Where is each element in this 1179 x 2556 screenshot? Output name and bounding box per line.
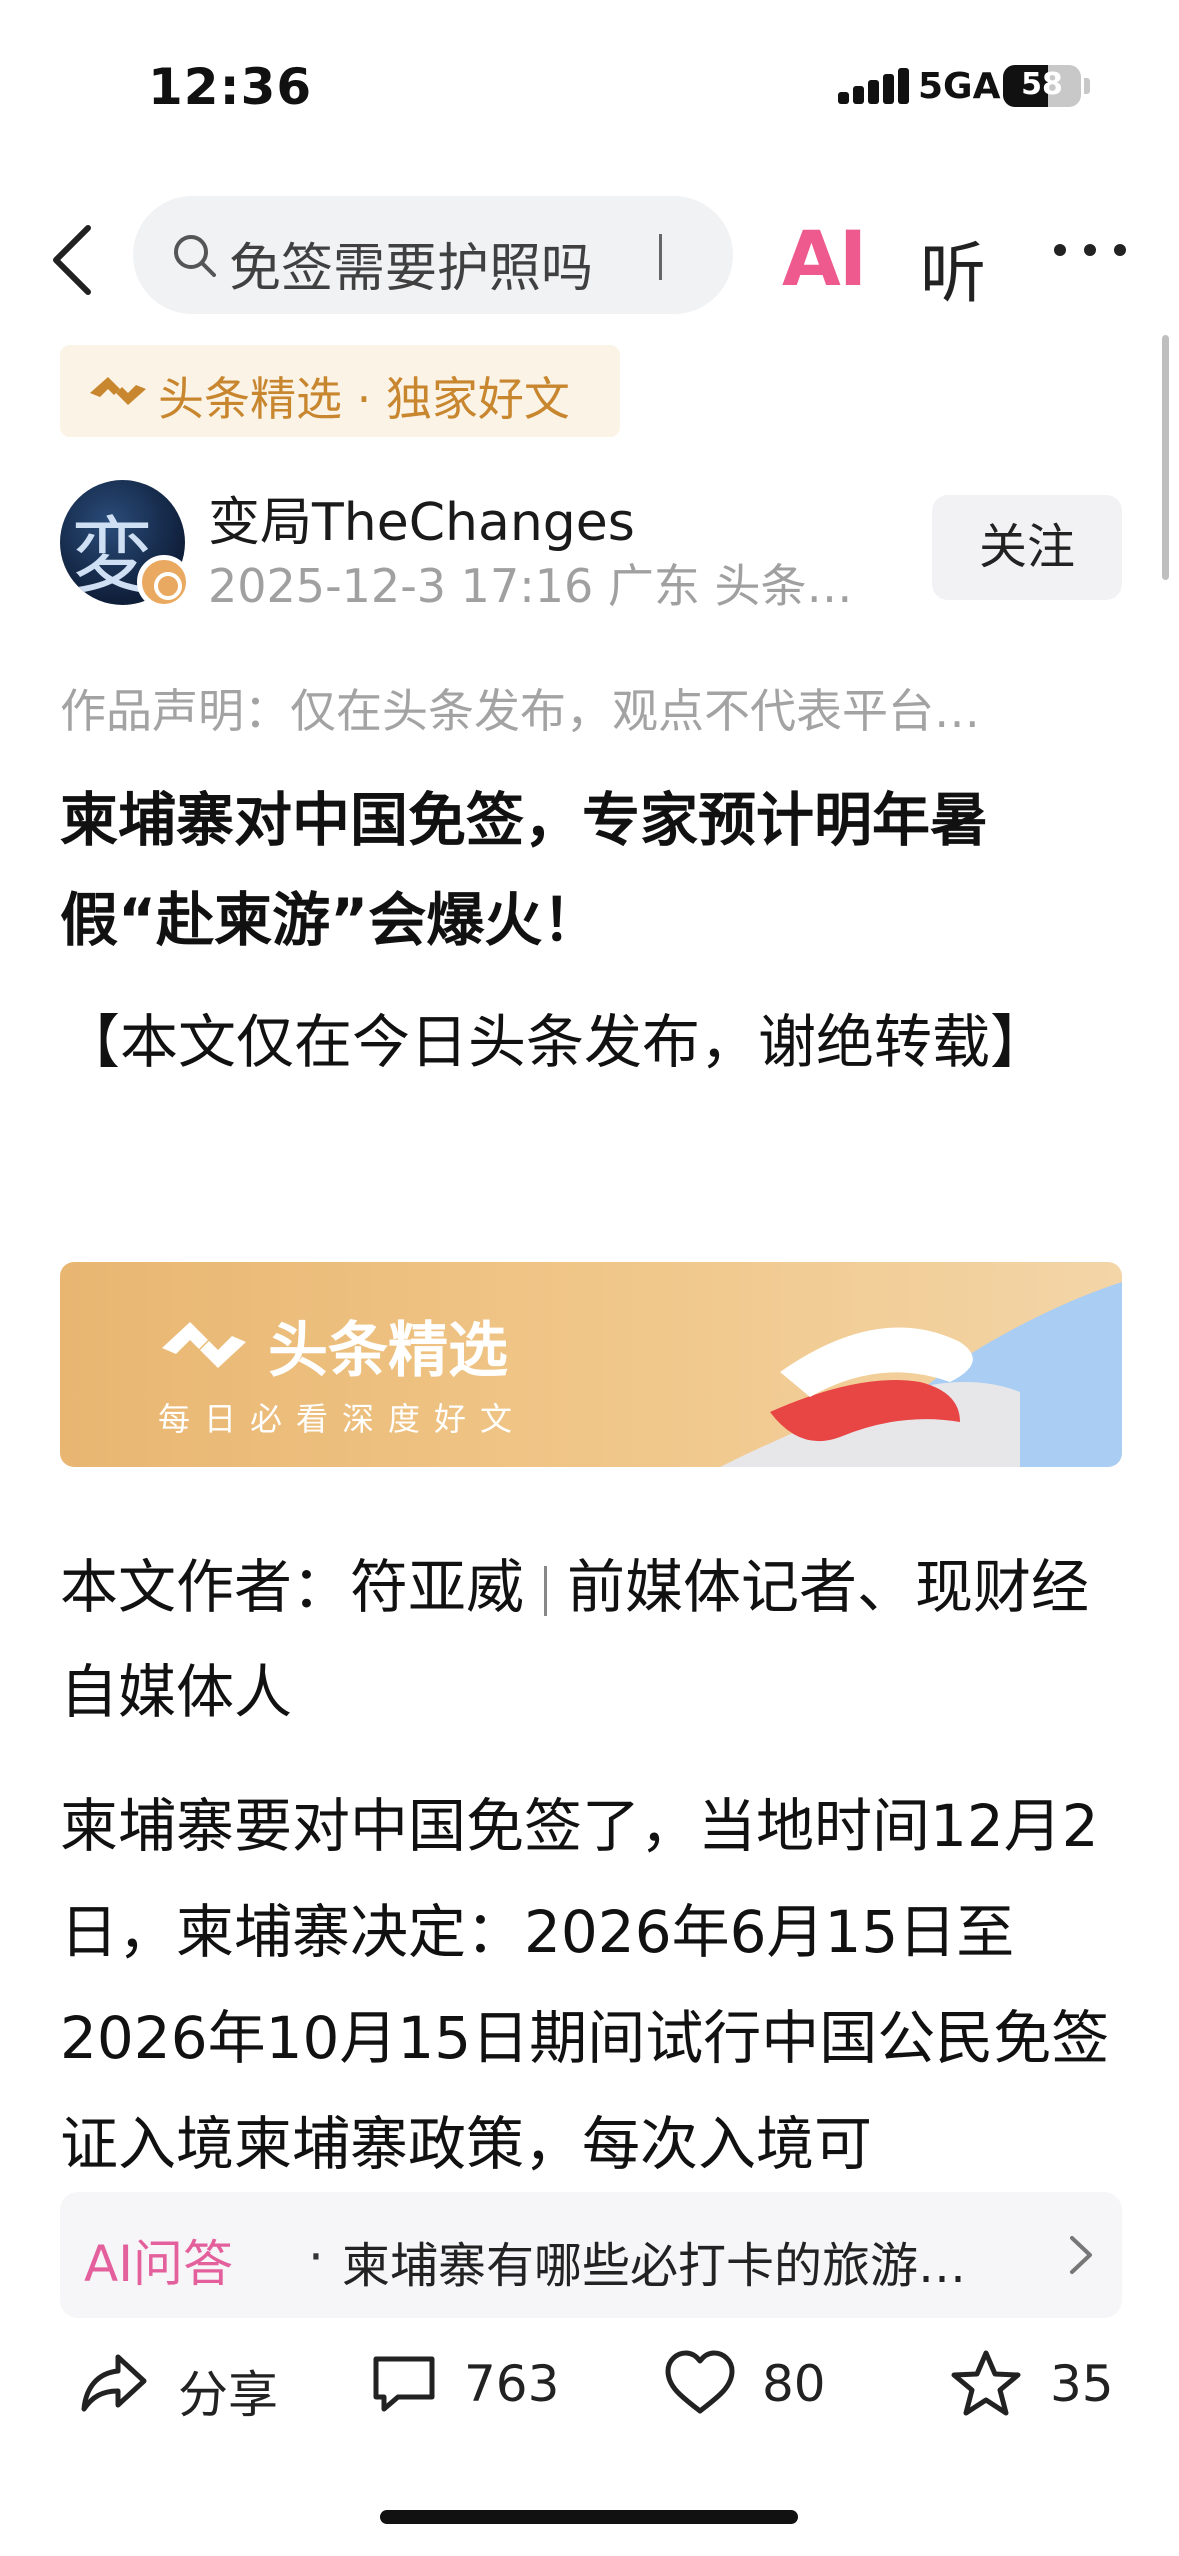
share-button[interactable]: 分享: [78, 2347, 298, 2427]
chevron-right-icon: [1070, 2236, 1092, 2274]
featured-badge[interactable]: 头条精选 · 独家好文: [60, 345, 620, 437]
ai-qa-dot: ·: [308, 2228, 324, 2286]
back-button[interactable]: [44, 220, 104, 300]
star-icon: [951, 2350, 1021, 2416]
article-title: 柬埔寨对中国免签，专家预计明年暑假“赴柬游”会爆火！: [60, 786, 989, 954]
like-button[interactable]: 80: [662, 2347, 862, 2427]
article-author-line: 本文作者：符亚威 前媒体记者、现财经自媒体人: [60, 1535, 1140, 1745]
banner-title: 头条精选: [268, 1316, 508, 1386]
banner-subtitle: 每日必看深度好文: [158, 1400, 527, 1438]
more-dot-icon: [1114, 244, 1126, 256]
work-statement[interactable]: 作品声明：仅在头条发布，观点不代表平台…: [60, 675, 1120, 741]
home-indicator[interactable]: [380, 2510, 798, 2524]
more-button[interactable]: [1050, 240, 1130, 260]
ai-qa-bar[interactable]: AI问答 · 柬埔寨有哪些必打卡的旅游…: [60, 2192, 1122, 2318]
scrollbar[interactable]: [1162, 335, 1169, 580]
more-dot-icon: [1054, 244, 1066, 256]
back-arrow-icon: [53, 225, 91, 295]
featured-badge-text: 头条精选 · 独家好文: [158, 372, 570, 426]
status-bar: 12:36 5GA 58: [0, 0, 1179, 150]
follow-button[interactable]: 关注: [932, 495, 1122, 600]
text-caret: [659, 234, 662, 280]
heart-icon: [665, 2350, 735, 2414]
search-icon: [174, 235, 216, 277]
nav-bar: 免签需要护照吗 AI 听: [0, 190, 1179, 320]
search-box[interactable]: 免签需要护照吗: [133, 196, 733, 314]
listen-button[interactable]: 听: [920, 220, 986, 316]
featured-banner[interactable]: 头条精选 每日必看深度好文: [60, 1262, 1122, 1467]
more-dot-icon: [1084, 244, 1096, 256]
comment-button[interactable]: 763: [368, 2347, 588, 2427]
share-icon: [81, 2354, 147, 2412]
network-label: 5GA: [918, 66, 1001, 107]
signal-icon: [838, 68, 909, 104]
bottom-toolbar: 分享 763 80 35: [0, 2325, 1179, 2445]
ai-button[interactable]: AI: [782, 214, 867, 303]
like-count: 80: [762, 2355, 826, 2413]
share-label: 分享: [178, 2366, 278, 2424]
search-query: 免签需要护照吗: [229, 239, 594, 299]
author-meta: 2025-12-3 17:16 广东 头条…: [208, 559, 853, 613]
banner-wave-graphic: [720, 1282, 1122, 1467]
status-time: 12:36: [148, 58, 313, 116]
comment-icon: [373, 2356, 435, 2412]
comment-count: 763: [464, 2355, 560, 2413]
battery-icon: 58: [1003, 65, 1081, 107]
banner-logo-icon: [162, 1322, 246, 1368]
battery-percent: 58: [1021, 67, 1063, 102]
favorite-button[interactable]: 35: [948, 2347, 1148, 2427]
author-line-name: 本文作者：符亚威: [60, 1553, 525, 1621]
battery-nub: [1084, 78, 1090, 94]
author-name[interactable]: 变局TheChanges: [208, 480, 635, 555]
toutiao-featured-logo-icon: [90, 377, 146, 405]
reprint-notice: 【本文仅在今日头条发布，谢绝转载】: [62, 1008, 1049, 1076]
ai-qa-label: AI问答: [84, 2235, 233, 2293]
article-body: 柬埔寨要对中国免签了，当地时间12月2日，柬埔寨决定：2026年6月15日至20…: [60, 1792, 1110, 2178]
divider: [544, 1565, 548, 1616]
verified-icon: [137, 555, 191, 609]
favorite-count: 35: [1050, 2355, 1114, 2413]
ai-qa-question: 柬埔寨有哪些必打卡的旅游…: [342, 2238, 967, 2294]
